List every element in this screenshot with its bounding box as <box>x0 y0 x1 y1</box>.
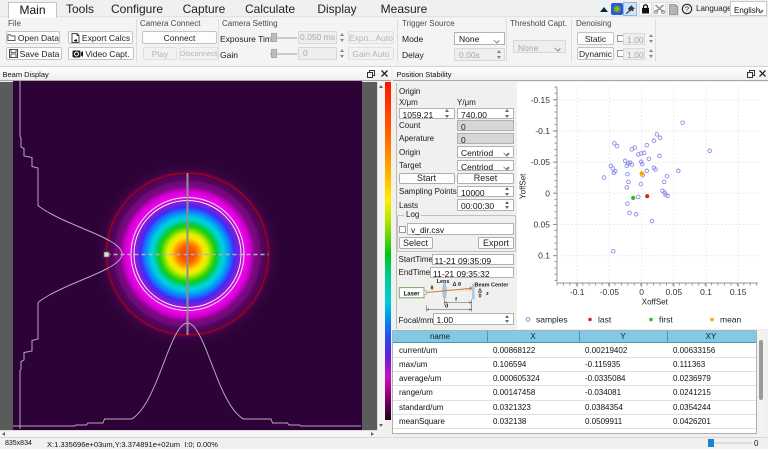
svg-text:0.15: 0.15 <box>730 287 747 297</box>
svg-text:0.05: 0.05 <box>533 220 550 230</box>
svg-text:-0.15: -0.15 <box>531 95 551 105</box>
svg-text:0.1: 0.1 <box>538 251 550 261</box>
svg-text:0: 0 <box>545 188 550 198</box>
svg-text:-0.1: -0.1 <box>570 287 585 297</box>
svg-text:-0.1: -0.1 <box>535 126 550 136</box>
svg-text:-0.05: -0.05 <box>531 157 551 167</box>
svg-text:0.1: 0.1 <box>700 287 712 297</box>
svg-text:Δ θ: Δ θ <box>453 282 461 288</box>
svg-text:?: ? <box>685 5 689 14</box>
svg-text:first: first <box>659 315 673 325</box>
svg-text:XoffSet: XoffSet <box>642 297 669 306</box>
svg-text:0: 0 <box>639 287 644 297</box>
svg-text:Lens: Lens <box>437 279 450 285</box>
svg-text:-0.05: -0.05 <box>600 287 620 297</box>
svg-text:θ: θ <box>431 286 434 292</box>
svg-text:d: d <box>445 304 448 310</box>
svg-text:0: 0 <box>479 294 482 300</box>
svg-text:f: f <box>455 297 457 303</box>
svg-text:z: z <box>486 291 489 297</box>
svg-text:samples: samples <box>536 315 568 325</box>
svg-text:last: last <box>598 315 612 325</box>
svg-text:mean: mean <box>720 315 742 325</box>
svg-text:YoffSet: YoffSet <box>519 173 528 199</box>
svg-text:Laser: Laser <box>404 291 421 297</box>
svg-text:0.05: 0.05 <box>666 287 683 297</box>
